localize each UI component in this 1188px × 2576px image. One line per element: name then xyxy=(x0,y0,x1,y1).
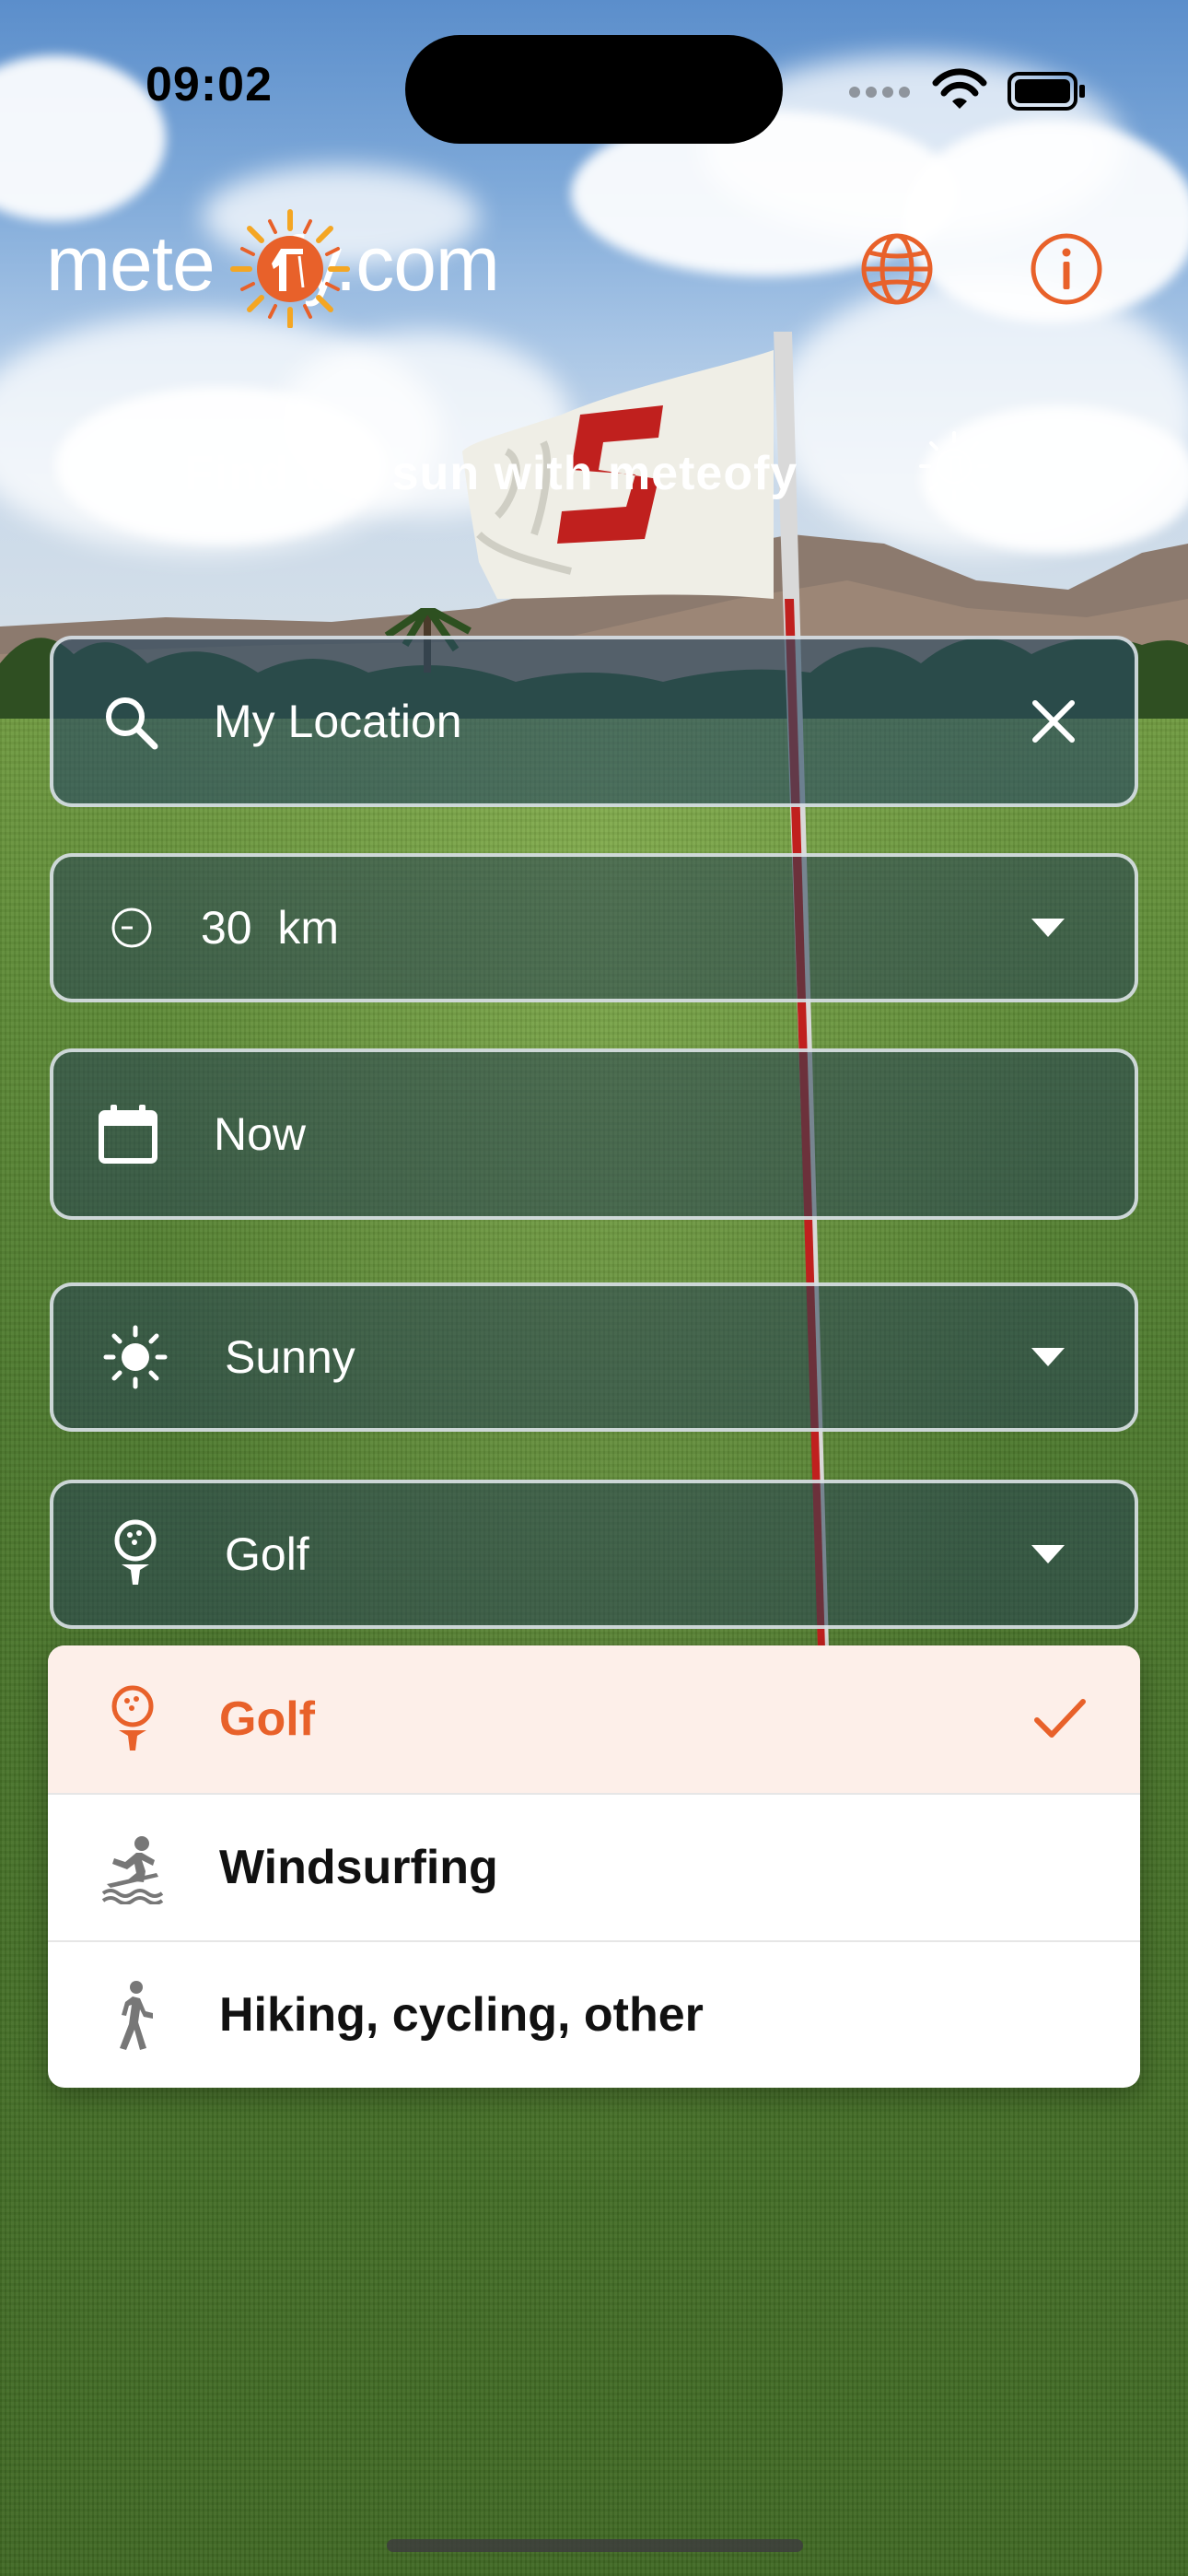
radius-unit: km xyxy=(277,902,340,954)
golf-tee-icon xyxy=(111,1685,154,1751)
date-value: Now xyxy=(214,1108,307,1160)
tagline: Find the sun with meteofy xyxy=(184,447,798,500)
checkmark-icon xyxy=(1034,1699,1086,1738)
logo-text-left: mete xyxy=(46,220,215,307)
chevron-down-icon xyxy=(1031,1545,1065,1563)
golf-tee-icon xyxy=(114,1519,157,1585)
close-icon[interactable] xyxy=(1026,694,1081,749)
sun-golfer-icon xyxy=(230,209,350,328)
radius-select[interactable]: 30 km xyxy=(50,853,1138,1002)
radius-value: 30 xyxy=(201,902,252,954)
chevron-down-icon xyxy=(1031,919,1065,937)
meteofy-logo: mete fy.com xyxy=(46,208,543,328)
dynamic-island xyxy=(405,35,783,144)
location-field[interactable]: My Location xyxy=(50,636,1138,807)
weather-select[interactable]: Sunny xyxy=(50,1282,1138,1432)
weather-value: Sunny xyxy=(225,1331,355,1383)
menu-item-hiking[interactable]: Hiking, cycling, other xyxy=(48,1940,1140,2088)
menu-item-label: Golf xyxy=(219,1692,315,1746)
battery-icon xyxy=(1007,72,1085,111)
menu-item-label: Windsurfing xyxy=(219,1841,498,1894)
menu-item-windsurfing[interactable]: Windsurfing xyxy=(48,1793,1140,1940)
info-icon[interactable] xyxy=(1028,230,1105,308)
activity-menu: Golf Windsurfing Hiking, cycling, other xyxy=(48,1645,1140,2088)
wifi-icon xyxy=(932,68,987,109)
status-time: 09:02 xyxy=(146,58,273,111)
home-indicator[interactable] xyxy=(387,2539,803,2552)
search-icon xyxy=(106,697,158,750)
menu-item-golf[interactable]: Golf xyxy=(48,1645,1140,1793)
radius-icon xyxy=(111,907,152,948)
sun-icon xyxy=(103,1325,168,1389)
chevron-down-icon xyxy=(1031,1348,1065,1366)
cellular-dots-icon xyxy=(849,87,910,98)
date-field[interactable]: Now xyxy=(50,1048,1138,1220)
calendar-icon xyxy=(99,1105,157,1164)
sun-golfer-icon xyxy=(919,431,989,501)
menu-item-label: Hiking, cycling, other xyxy=(219,1988,704,2042)
walker-icon xyxy=(120,1981,153,2050)
location-input[interactable]: My Location xyxy=(214,695,462,748)
globe-icon[interactable] xyxy=(858,230,936,308)
activity-value: Golf xyxy=(225,1528,309,1580)
activity-select[interactable]: Golf xyxy=(50,1480,1138,1629)
surfer-icon xyxy=(101,1836,164,1904)
